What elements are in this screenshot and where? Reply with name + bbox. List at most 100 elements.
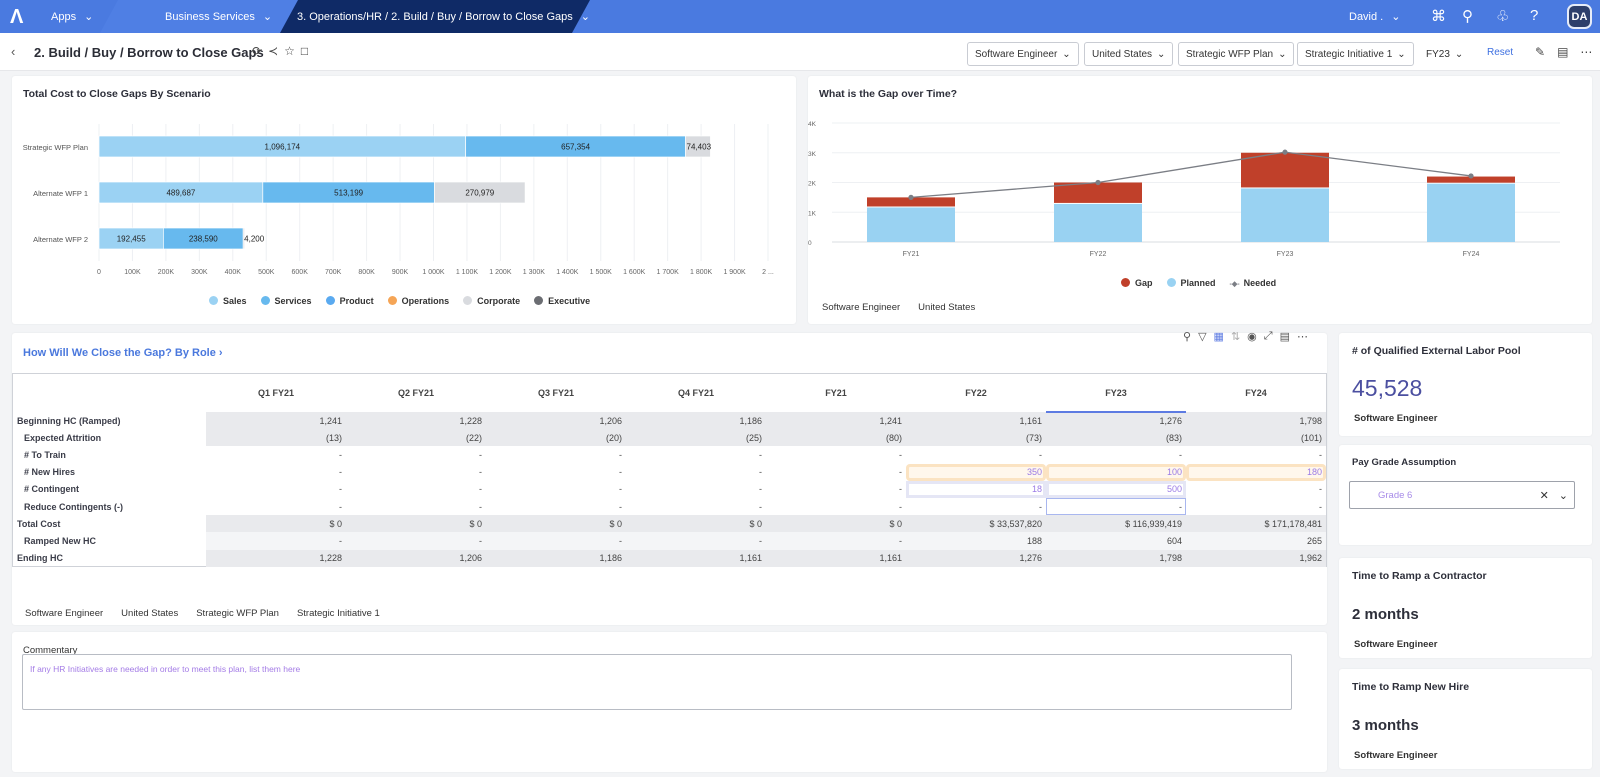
editable-cell[interactable]: 350 <box>906 463 1046 481</box>
pivot-icon[interactable]: ▦ <box>1214 330 1224 343</box>
refresh-icon[interactable]: ⟳ <box>252 44 262 58</box>
column-header[interactable]: Q2 FY21 <box>346 374 486 412</box>
comment-icon[interactable]: ▤ <box>1280 330 1290 343</box>
legend-item[interactable]: Planned <box>1166 278 1216 288</box>
filter-initiative[interactable]: Strategic Initiative 1 ⌄ <box>1297 42 1414 66</box>
bell-icon[interactable]: ♧ <box>1496 7 1509 25</box>
editable-cell[interactable]: - <box>906 446 1046 463</box>
expand-icon[interactable]: ⤢ <box>1264 330 1273 343</box>
editable-cell[interactable]: - <box>766 464 906 481</box>
clear-icon[interactable]: ✕ <box>1540 489 1549 502</box>
editable-cell[interactable]: - <box>906 498 1046 515</box>
needed-point[interactable] <box>1095 179 1101 186</box>
reset-button[interactable]: Reset <box>1487 47 1513 58</box>
apps-grid-icon[interactable]: ⌘ <box>1431 7 1446 25</box>
filter-year[interactable]: FY23 ⌄ <box>1418 42 1472 66</box>
eye-icon[interactable]: ◉ <box>1247 330 1257 343</box>
bar-planned[interactable] <box>867 207 955 242</box>
editable-cell[interactable]: - <box>766 446 906 463</box>
editable-cell[interactable]: - <box>346 481 486 498</box>
column-header[interactable]: FY22 <box>906 374 1046 412</box>
editable-cell[interactable]: - <box>766 481 906 498</box>
pay-grade-select[interactable]: Grade 6 ✕ ⌄ <box>1349 481 1575 509</box>
editable-cell[interactable]: - <box>486 446 626 463</box>
editable-cell[interactable]: - <box>626 481 766 498</box>
more-icon[interactable]: ⋯ <box>1580 45 1592 59</box>
column-header[interactable]: Q3 FY21 <box>486 374 626 412</box>
legend-label: Planned <box>1180 278 1216 288</box>
editable-cell[interactable]: 180 <box>1186 463 1326 481</box>
legend-item[interactable]: Corporate <box>463 296 520 306</box>
bar-gap[interactable] <box>1241 152 1329 188</box>
column-header[interactable]: Q1 FY21 <box>206 374 346 412</box>
legend-item[interactable]: Sales <box>209 296 247 306</box>
x-tick-label: 1 100K <box>456 269 479 276</box>
editable-cell[interactable]: - <box>626 464 766 481</box>
sort-icon[interactable]: ⇅ <box>1231 330 1240 343</box>
anaplan-logo-icon[interactable]: Λ <box>10 6 30 28</box>
legend-item[interactable]: Executive <box>534 296 590 306</box>
editable-cell[interactable]: - <box>206 446 346 463</box>
share-icon[interactable]: ≺ <box>268 44 278 58</box>
editable-cell[interactable]: - <box>346 498 486 515</box>
needed-point[interactable] <box>908 194 914 200</box>
search-icon[interactable]: ⚲ <box>1462 7 1473 25</box>
more-icon[interactable]: ⋯ <box>1297 330 1308 343</box>
page-path-menu[interactable]: 3. Operations/HR / 2. Build / Buy / Borr… <box>297 10 590 24</box>
filter-icon[interactable]: ▽ <box>1198 330 1206 343</box>
bar-planned[interactable] <box>1427 183 1515 242</box>
editable-cell[interactable]: - <box>626 498 766 515</box>
editable-cell[interactable]: - <box>626 446 766 463</box>
needed-point[interactable] <box>1468 173 1474 179</box>
bar-data-label: 4,200 <box>244 235 265 244</box>
column-header[interactable]: FY23 <box>1046 374 1186 413</box>
legend-item[interactable]: Operations <box>387 296 449 306</box>
comment-icon[interactable]: ▤ <box>1557 45 1568 59</box>
editable-cell[interactable]: - <box>1186 481 1326 498</box>
column-header[interactable]: FY21 <box>766 374 906 412</box>
editable-cell[interactable]: 500 <box>1046 481 1186 498</box>
table-cell: $ 116,939,419 <box>1046 515 1186 533</box>
edit-icon[interactable]: ✎ <box>1535 45 1545 59</box>
search-icon[interactable]: ⚲ <box>1183 330 1191 343</box>
editable-cell[interactable]: - <box>206 498 346 515</box>
editable-cell[interactable]: - <box>1046 446 1186 463</box>
user-menu[interactable]: David . ⌄ <box>1349 10 1400 24</box>
column-header[interactable]: FY24 <box>1186 374 1326 412</box>
workspace-menu[interactable]: Business Services ⌄ <box>165 10 272 24</box>
star-icon[interactable]: ☆ <box>284 44 295 58</box>
legend-item[interactable]: Services <box>260 296 312 306</box>
filter-role[interactable]: Software Engineer ⌄ <box>967 42 1079 66</box>
bar-planned[interactable] <box>1054 203 1142 242</box>
legend-item[interactable]: Product <box>325 296 374 306</box>
avatar[interactable]: DA <box>1567 4 1592 29</box>
back-icon[interactable]: ‹ <box>11 44 15 59</box>
table-title-link[interactable]: How Will We Close the Gap? By Role › <box>23 347 223 359</box>
editable-cell[interactable]: - <box>1046 497 1186 516</box>
legend-item[interactable]: -◆- Needed <box>1230 278 1277 288</box>
column-header[interactable]: Q4 FY21 <box>626 374 766 412</box>
commentary-input[interactable]: If any HR Initiatives are needed in orde… <box>22 654 1292 710</box>
editable-cell[interactable]: - <box>486 464 626 481</box>
editable-cell[interactable]: - <box>206 481 346 498</box>
filter-plan[interactable]: Strategic WFP Plan ⌄ <box>1178 42 1295 66</box>
editable-cell[interactable]: - <box>346 464 486 481</box>
editable-cell[interactable]: - <box>766 498 906 515</box>
editable-cell[interactable]: - <box>206 464 346 481</box>
needed-point[interactable] <box>1282 149 1288 155</box>
help-icon[interactable]: ? <box>1530 7 1538 24</box>
apps-menu[interactable]: Apps ⌄ <box>51 10 93 24</box>
editable-cell[interactable]: 18 <box>906 481 1046 498</box>
editable-cell[interactable]: - <box>486 498 626 515</box>
editable-cell[interactable]: - <box>1186 498 1326 515</box>
bar-data-label: 74,403 <box>687 143 712 152</box>
legend-item[interactable]: Gap <box>1121 278 1153 288</box>
add-to-page-icon[interactable]: □ <box>301 44 308 58</box>
editable-cell[interactable]: - <box>1186 446 1326 463</box>
editable-cell[interactable]: - <box>346 446 486 463</box>
editable-cell[interactable]: - <box>486 481 626 498</box>
filter-country[interactable]: United States ⌄ <box>1084 42 1174 66</box>
editable-cell[interactable]: 100 <box>1046 463 1186 481</box>
chevron-down-icon[interactable]: ⌄ <box>1559 489 1568 502</box>
bar-planned[interactable] <box>1241 188 1329 242</box>
